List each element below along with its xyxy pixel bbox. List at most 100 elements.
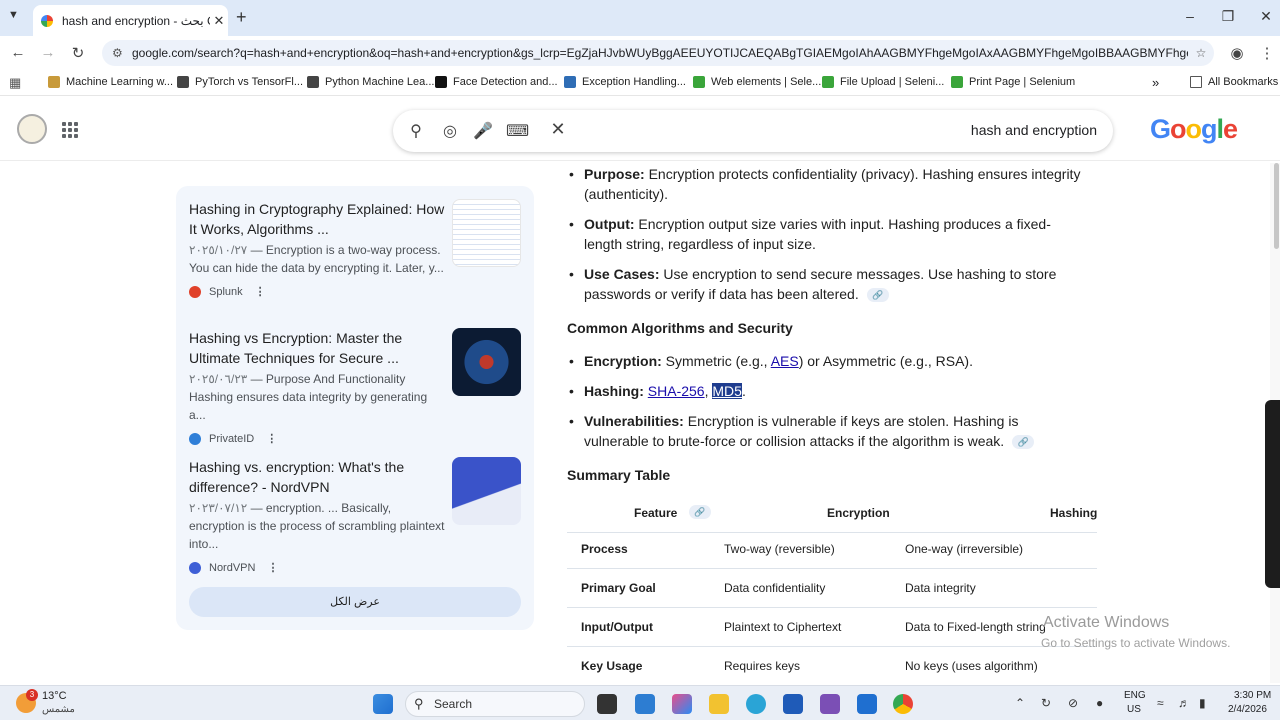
tab-active[interactable]: hash and encryption - بحث Goo... ✕	[33, 5, 228, 36]
search-header: ⚲ ◎ 🎤 ⌨ ✕ hash and encryption Google	[0, 97, 1280, 161]
bullet-label: Use Cases:	[584, 266, 660, 282]
bookmark-favicon-icon	[48, 76, 60, 88]
reload-icon[interactable]: ↻	[68, 44, 88, 62]
chrome-icon[interactable]	[893, 694, 913, 714]
bookmark-item[interactable]: Machine Learning w...	[48, 76, 173, 88]
result-card[interactable]: Hashing in Cryptography Explained: How I…	[189, 199, 521, 298]
close-window-icon[interactable]: ✕	[1256, 8, 1276, 25]
result-source[interactable]: NordVPN ⋮	[189, 561, 521, 574]
bookmark-item[interactable]: Print Page | Selenium	[951, 76, 1075, 88]
bookmark-favicon-icon	[177, 76, 189, 88]
wifi-icon[interactable]: ≈	[1157, 696, 1164, 710]
region-indicator[interactable]: US	[1127, 704, 1141, 715]
app-icon[interactable]	[857, 694, 877, 714]
search-input[interactable]: hash and encryption	[971, 122, 1097, 138]
address-bar[interactable]: ⚙ google.com/search?q=hash+and+encryptio…	[102, 40, 1214, 66]
clock-time[interactable]: 3:30 PM	[1234, 690, 1271, 701]
table-cell: Primary Goal	[581, 581, 656, 595]
network-off-icon[interactable]: ⊘	[1068, 696, 1078, 710]
bookmark-item[interactable]: Python Machine Lea...	[307, 76, 434, 88]
result-title[interactable]: Hashing vs. encryption: What's the diffe…	[189, 457, 449, 497]
more-options-icon[interactable]: ⋮	[255, 285, 266, 298]
minimize-icon[interactable]: –	[1180, 8, 1200, 24]
widgets-app-icon[interactable]	[635, 694, 655, 714]
bookmarks-overflow-icon[interactable]: »	[1152, 75, 1159, 90]
clear-search-icon[interactable]: ✕	[547, 119, 569, 140]
volume-icon[interactable]: ♬	[1178, 696, 1190, 710]
weather-condition[interactable]: مشمس	[42, 704, 75, 715]
language-indicator[interactable]: ENG	[1124, 690, 1146, 701]
bookmark-item[interactable]: Face Detection and...	[435, 76, 558, 88]
microphone-icon[interactable]: 🎤	[472, 121, 494, 141]
clock-date[interactable]: 2/4/2026	[1228, 704, 1267, 715]
bookmark-item[interactable]: Exception Handling...	[564, 76, 686, 88]
source-link-icon[interactable]: 🔗	[1012, 435, 1035, 450]
more-options-icon[interactable]: ⋮	[266, 432, 277, 445]
aes-link[interactable]: AES	[771, 353, 799, 369]
result-source[interactable]: PrivateID ⋮	[189, 432, 521, 445]
google-apps-icon[interactable]	[62, 122, 78, 138]
search-box[interactable]: ⚲ ◎ 🎤 ⌨ ✕ hash and encryption	[393, 110, 1113, 152]
md5-link[interactable]: MD5	[712, 383, 742, 399]
show-all-button[interactable]: عرض الكل	[189, 587, 521, 617]
weather-temp[interactable]: 13°C	[42, 690, 67, 702]
back-icon[interactable]: ←	[8, 44, 28, 61]
result-card[interactable]: Hashing vs Encryption: Master the Ultima…	[189, 328, 521, 445]
source-link-icon[interactable]: 🔗	[866, 288, 889, 303]
bookmark-item[interactable]: File Upload | Seleni...	[822, 76, 944, 88]
more-options-icon[interactable]: ⋮	[267, 561, 278, 574]
keyboard-icon[interactable]: ⌨	[506, 121, 529, 141]
result-card[interactable]: Hashing vs. encryption: What's the diffe…	[189, 457, 521, 574]
sync-icon[interactable]: ↻	[1041, 696, 1051, 710]
result-thumbnail[interactable]	[452, 457, 521, 525]
microphone-icon[interactable]: ●	[1096, 696, 1103, 710]
bookmark-item[interactable]: Web elements | Sele...	[693, 76, 821, 88]
copilot-icon[interactable]	[672, 694, 692, 714]
sha256-link[interactable]: SHA-256	[648, 383, 705, 399]
visual-studio-icon[interactable]	[820, 694, 840, 714]
apps-shortcut-icon[interactable]: ▦	[9, 75, 21, 91]
doodle-logo[interactable]	[17, 114, 47, 144]
result-source[interactable]: Splunk ⋮	[189, 285, 521, 298]
bookmark-item[interactable]: PyTorch vs TensorFl...	[177, 76, 303, 88]
new-tab-button[interactable]: +	[236, 7, 247, 28]
tray-overflow-icon[interactable]: ⌃	[1015, 696, 1025, 710]
table-header: Hashing	[1050, 506, 1098, 520]
table-row: Key Usage Requires keys No keys (uses al…	[567, 647, 1097, 686]
taskbar-search[interactable]: ⚲ Search	[405, 691, 585, 717]
tab-search-chevron-icon[interactable]: ▼	[8, 9, 19, 21]
file-explorer-icon[interactable]	[709, 694, 729, 714]
edge-browser-icon[interactable]	[746, 694, 766, 714]
site-info-icon[interactable]: ⚙	[112, 46, 128, 60]
result-title[interactable]: Hashing vs Encryption: Master the Ultima…	[189, 328, 449, 368]
result-title[interactable]: Hashing in Cryptography Explained: How I…	[189, 199, 449, 239]
bullet-item: • Use Cases: Use encryption to send secur…	[567, 264, 1107, 304]
result-thumbnail[interactable]	[452, 199, 521, 267]
ai-overview-content: • Purpose: Encryption protects confidenti…	[567, 163, 1107, 683]
result-snippet: ٢٠٢٣/٠٧/١٢ — encryption. ... Basically, …	[189, 499, 447, 553]
battery-icon[interactable]: ▮	[1199, 696, 1206, 710]
bullet-text: Encryption protects confidentiality (pri…	[584, 166, 1081, 202]
screen-recorder-toolbar[interactable]	[1265, 400, 1280, 588]
store-icon[interactable]	[783, 694, 803, 714]
lens-icon[interactable]: ◎	[439, 121, 461, 141]
google-logo-letter: o	[1170, 114, 1186, 144]
tab-strip: ▼ hash and encryption - بحث Goo... ✕ + –…	[0, 0, 1280, 36]
task-view-icon[interactable]	[597, 694, 617, 714]
bookmark-star-icon[interactable]: ☆	[1188, 46, 1214, 60]
table-cell: Process	[581, 542, 628, 556]
source-link-icon[interactable]: 🔗	[689, 504, 711, 519]
google-logo[interactable]: Google	[1150, 114, 1238, 145]
search-icon[interactable]: ⚲	[405, 121, 427, 141]
scrollbar-thumb[interactable]	[1274, 163, 1279, 249]
all-bookmarks-button[interactable]: All Bookmarks	[1190, 76, 1278, 88]
result-thumbnail[interactable]	[452, 328, 521, 396]
restore-icon[interactable]: ❐	[1218, 8, 1238, 25]
profile-avatar-icon[interactable]: ◉	[1227, 44, 1247, 62]
forward-icon[interactable]: →	[38, 44, 58, 61]
weather-badge: 3	[26, 689, 38, 701]
menu-dots-icon[interactable]: ⋮	[1257, 44, 1277, 62]
start-windows-icon[interactable]	[373, 694, 393, 714]
close-tab-icon[interactable]: ✕	[210, 13, 228, 29]
table-row: Primary Goal Data confidentiality Data i…	[567, 569, 1097, 608]
